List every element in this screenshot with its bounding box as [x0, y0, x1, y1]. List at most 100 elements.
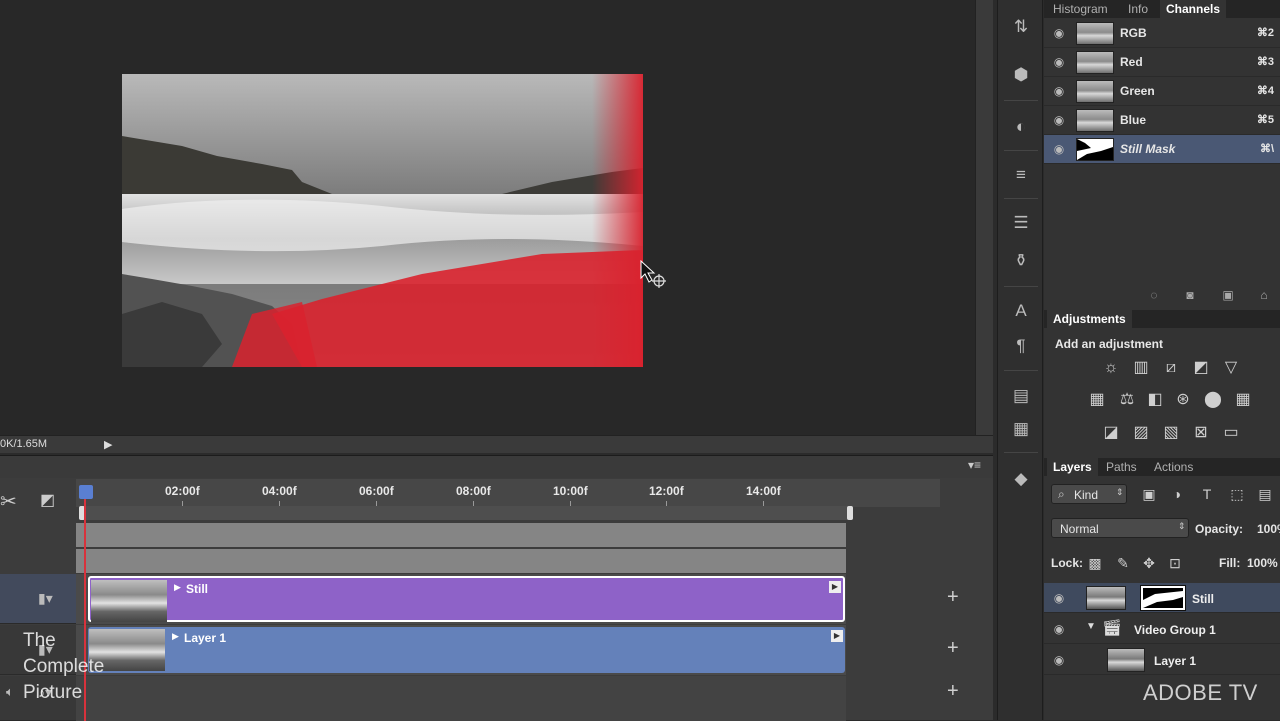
layer-row-layer-1[interactable]: ◉ Layer 1 [1044, 645, 1280, 675]
visibility-eye-icon[interactable]: ◉ [1052, 55, 1066, 69]
selective-color-icon[interactable]: ⊠ [1190, 422, 1212, 444]
tab-paths[interactable]: Paths [1100, 458, 1143, 476]
add-audio-plus-icon[interactable]: + [947, 680, 959, 703]
document-size-status: 0K/1.65M [0, 438, 48, 450]
history-icon[interactable]: ⇅ [1008, 14, 1034, 40]
character-icon[interactable]: A [1008, 298, 1034, 324]
curves-icon[interactable]: ⧄ [1160, 357, 1182, 379]
vibrance-icon[interactable]: ▽ [1220, 357, 1242, 379]
color-balance-icon[interactable]: ⚖ [1116, 389, 1138, 411]
timeline-panel: ▾≡ ✂ ◩ 02:00f 04:00f 06:00f 08:00f 10:00… [0, 455, 993, 721]
clip-end-arrow-icon[interactable]: ▶ [831, 630, 843, 642]
channel-row-rgb[interactable]: ◉ RGB ⌘2 [1044, 19, 1280, 48]
levels-icon[interactable]: ▥ [1130, 357, 1152, 379]
status-menu-arrow-icon[interactable]: ▶ [104, 438, 112, 451]
invert-icon[interactable]: ◪ [1100, 422, 1122, 444]
filter-shape-icon[interactable]: ⬚ [1226, 483, 1248, 505]
visibility-eye-icon[interactable]: ◉ [1052, 653, 1066, 667]
hue-saturation-icon[interactable]: ▦ [1086, 389, 1108, 411]
layer-comps-icon[interactable]: ☰ [1008, 210, 1034, 236]
visibility-eye-icon[interactable]: ◉ [1052, 26, 1066, 40]
filter-adjustment-icon[interactable]: ◑ [1166, 483, 1188, 505]
black-white-icon[interactable]: ◧ [1144, 389, 1166, 411]
visibility-eye-icon[interactable]: ◉ [1052, 622, 1066, 636]
visibility-eye-icon[interactable]: ◉ [1052, 84, 1066, 98]
panel-menu-icon[interactable]: ▾≡ [968, 458, 981, 472]
brightness-contrast-icon[interactable]: ☼ [1100, 357, 1122, 379]
add-media-plus-icon[interactable]: + [947, 637, 959, 660]
gradient-map-icon[interactable]: ▭ [1220, 422, 1242, 444]
clip-layer-1[interactable]: ▶ Layer 1 ▶ [88, 627, 845, 673]
lock-transparent-icon[interactable]: ▩ [1084, 552, 1106, 574]
color-lookup-icon[interactable]: ▦ [1232, 389, 1254, 411]
posterize-icon[interactable]: ▨ [1130, 422, 1152, 444]
tab-info[interactable]: Info [1122, 0, 1154, 18]
clip-expand-triangle-icon[interactable]: ▶ [174, 582, 181, 593]
track-header-video-group[interactable]: ▮▾ [0, 574, 76, 624]
speaker-icon[interactable]: 🔈︎ [6, 684, 14, 700]
waterfall-photo[interactable] [122, 74, 643, 367]
load-selection-icon[interactable]: ◌ [1146, 288, 1162, 302]
channel-row-blue[interactable]: ◉ Blue ⌘5 [1044, 106, 1280, 135]
split-scissors-icon[interactable]: ✂ [0, 489, 17, 514]
properties-icon[interactable]: ▦ [1008, 416, 1034, 442]
3d-cube-icon[interactable]: ◆ [1008, 466, 1034, 492]
clip-expand-triangle-icon[interactable]: ▶ [172, 631, 179, 642]
brush-presets-icon[interactable]: ⚱ [1008, 248, 1034, 274]
swatches-palette-icon[interactable]: ◐ [1008, 114, 1034, 140]
notes-icon[interactable]: ▤ [1008, 383, 1034, 409]
tab-actions[interactable]: Actions [1148, 458, 1199, 476]
blend-mode-select[interactable]: Normal ⇕ [1051, 518, 1189, 538]
document-canvas[interactable] [0, 0, 975, 435]
tab-histogram[interactable]: Histogram [1047, 0, 1114, 18]
filter-smart-object-icon[interactable]: ▤ [1254, 483, 1276, 505]
channel-row-still-mask[interactable]: ◉ Still Mask ⌘\ [1044, 135, 1280, 164]
add-media-plus-icon[interactable]: + [947, 586, 959, 609]
fill-value[interactable]: 100% [1247, 556, 1278, 570]
trash-icon[interactable]: ⌂ [1256, 288, 1272, 302]
clip-end-arrow-icon[interactable]: ▶ [829, 581, 841, 593]
filter-type-icon[interactable]: T [1196, 483, 1218, 505]
channel-row-green[interactable]: ◉ Green ⌘4 [1044, 77, 1280, 106]
tab-adjustments[interactable]: Adjustments [1047, 310, 1132, 328]
tab-channels[interactable]: Channels [1160, 0, 1227, 18]
film-strip-icon[interactable]: ▮▾ [38, 590, 53, 607]
paragraph-icon[interactable]: ¶ [1008, 333, 1034, 359]
filter-image-icon[interactable]: ▣ [1138, 483, 1160, 505]
channels-tabbar: Histogram Info Channels [1044, 0, 1280, 18]
chevron-updown-icon: ⇕ [1178, 521, 1186, 531]
layer-mask-thumbnail[interactable] [1140, 585, 1186, 611]
opacity-label: Opacity: [1195, 522, 1244, 536]
work-area-bar[interactable] [79, 506, 853, 520]
tab-layers[interactable]: Layers [1047, 458, 1098, 476]
empty-track [76, 549, 846, 573]
layer-row-still[interactable]: ◉ Still [1044, 583, 1280, 613]
visibility-eye-icon[interactable]: ◉ [1052, 113, 1066, 127]
layer-row-video-group[interactable]: ◉ ▼ 🎬︎ Video Group 1 [1044, 614, 1280, 644]
canvas-vertical-scrollbar[interactable] [975, 0, 993, 435]
lock-all-icon[interactable]: ⊡ [1164, 552, 1186, 574]
channel-mixer-icon[interactable]: ⬤ [1202, 389, 1224, 411]
exposure-icon[interactable]: ◩ [1190, 357, 1212, 379]
playhead-handle[interactable] [79, 485, 93, 499]
clip-still[interactable]: ▶ Still ▶ [88, 576, 845, 622]
adjustments-sliders-icon[interactable]: ≡ [1008, 162, 1034, 188]
canvas-horizontal-scrollbar[interactable] [0, 435, 993, 453]
threshold-icon[interactable]: ▧ [1160, 422, 1182, 444]
timeline-ruler[interactable]: 02:00f 04:00f 06:00f 08:00f 10:00f 12:00… [76, 479, 940, 507]
channel-row-red[interactable]: ◉ Red ⌘3 [1044, 48, 1280, 77]
transition-icon[interactable]: ◩ [40, 490, 55, 510]
new-channel-icon[interactable]: ▣ [1220, 288, 1236, 302]
save-selection-icon[interactable]: ◙ [1182, 288, 1198, 302]
lock-position-icon[interactable]: ✥ [1138, 552, 1160, 574]
layer-filter-select[interactable]: ⌕ Kind ⇕ [1051, 484, 1127, 504]
3d-materials-icon[interactable]: ⬢ [1008, 62, 1034, 88]
photo-filter-icon[interactable]: ⊛ [1172, 389, 1194, 411]
channel-shortcut: ⌘3 [1256, 56, 1274, 68]
disclosure-triangle-down-icon[interactable]: ▼ [1086, 621, 1096, 632]
opacity-value[interactable]: 100% [1257, 522, 1280, 536]
visibility-eye-icon[interactable]: ◉ [1052, 142, 1066, 156]
lock-image-brush-icon[interactable]: ✎ [1112, 552, 1134, 574]
work-area-end-handle[interactable] [847, 506, 853, 520]
visibility-eye-icon[interactable]: ◉ [1052, 591, 1066, 605]
